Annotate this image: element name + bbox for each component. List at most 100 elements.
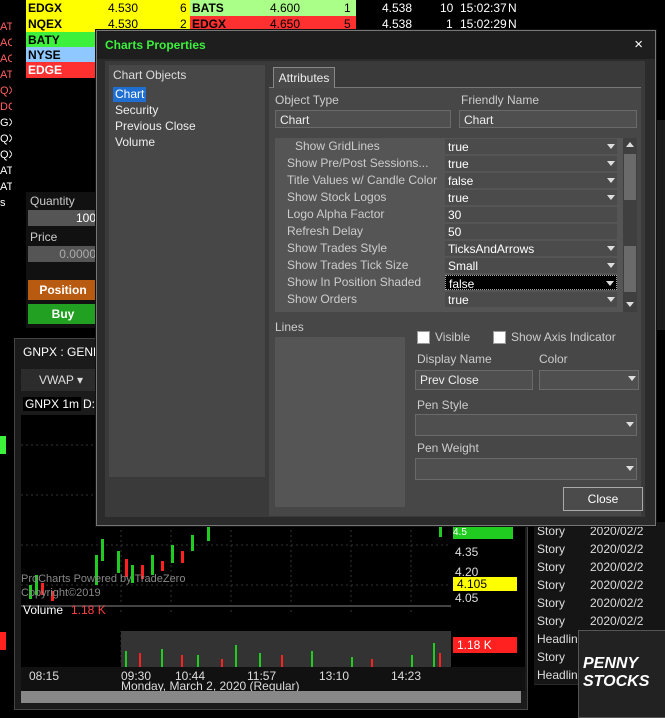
scroll-down-icon[interactable] — [626, 302, 634, 307]
news-date: 2020/02/2 — [590, 542, 644, 556]
property-value-dropdown[interactable]: false — [445, 275, 617, 291]
volume-label: Volume — [23, 603, 64, 617]
lines-list[interactable] — [275, 337, 405, 507]
property-row[interactable]: Refresh Delay 50 — [275, 223, 623, 240]
property-key: Logo Alpha Factor — [287, 207, 385, 221]
dialog-titlebar[interactable]: Charts Properties × — [97, 31, 655, 59]
visible-label: Visible — [435, 330, 471, 344]
object-item-previous-close[interactable]: Previous Close — [113, 119, 198, 134]
property-row[interactable]: Show Trades Tick Size Small — [275, 257, 623, 274]
bid-venue: EDGE — [28, 63, 63, 77]
ask-row[interactable]: BATS 4.600 1 — [190, 0, 356, 16]
property-row[interactable]: Logo Alpha Factor 30 — [275, 206, 623, 223]
property-key: Show In Position Shaded — [287, 275, 422, 289]
bid-size: 6 — [180, 1, 187, 15]
show-axis-indicator-checkbox[interactable] — [493, 331, 506, 344]
price-input[interactable]: 0.0000 — [28, 246, 96, 262]
vwap-dropdown[interactable]: VWAP ▾ — [39, 373, 83, 387]
property-value-input[interactable]: 50 — [445, 224, 617, 239]
property-key: Title Values w/ Candle Color — [287, 173, 438, 187]
property-key: Refresh Delay — [287, 224, 364, 238]
color-dropdown[interactable] — [539, 370, 639, 390]
buy-button[interactable]: Buy — [28, 304, 98, 324]
property-value-dropdown[interactable]: Small — [445, 258, 617, 273]
visible-checkbox[interactable] — [417, 331, 430, 344]
property-row[interactable]: Show Stock Logos true — [275, 189, 623, 206]
property-value-dropdown[interactable]: TicksAndArrows — [445, 241, 617, 256]
news-row[interactable]: Story 2020/02/2 — [534, 540, 665, 559]
object-item-security[interactable]: Security — [113, 103, 160, 118]
scroll-up-icon[interactable] — [626, 142, 634, 147]
property-value-dropdown[interactable]: false — [445, 173, 617, 188]
bid-row[interactable]: EDGX 4.530 6 — [26, 0, 190, 16]
pen-weight-dropdown[interactable] — [415, 458, 637, 480]
object-item-volume[interactable]: Volume — [113, 135, 157, 150]
news-date: 2020/02/2 — [590, 614, 644, 628]
property-row[interactable]: Show Orders true — [275, 291, 623, 308]
cut-text: s — [0, 197, 6, 209]
color-label: Color — [539, 352, 568, 366]
property-row[interactable]: Show Pre/Post Sessions... true — [275, 155, 623, 172]
property-value-dropdown[interactable]: true — [445, 292, 617, 307]
chevron-down-icon — [626, 422, 634, 427]
cut-text: AC — [0, 53, 12, 65]
charts-properties-dialog: Charts Properties × Chart Objects Chart … — [96, 30, 656, 526]
pen-weight-label: Pen Weight — [417, 441, 479, 455]
property-grid: Show GridLines true Show Pre/Post Sessio… — [275, 138, 637, 312]
property-key: Show Trades Style — [287, 241, 388, 255]
price-tick: 4.05 — [455, 591, 479, 605]
friendly-name-label: Friendly Name — [461, 93, 540, 107]
time-tick: 08:15 — [29, 669, 60, 683]
property-value-dropdown[interactable]: true — [445, 139, 617, 154]
property-row[interactable]: Show Trades Style TicksAndArrows — [275, 240, 623, 257]
tab-attributes[interactable]: Attributes — [273, 67, 335, 88]
property-value-dropdown[interactable]: true — [445, 190, 617, 205]
news-date: 2020/02/2 — [590, 560, 644, 574]
news-row[interactable]: Story 2020/02/2 — [534, 594, 665, 613]
news-row[interactable]: Story 2020/02/2 — [534, 576, 665, 595]
news-type: Story — [537, 614, 566, 628]
chevron-down-icon — [607, 161, 615, 166]
object-item-chart[interactable]: Chart — [113, 87, 147, 102]
property-key: Show Pre/Post Sessions... — [287, 156, 429, 170]
property-row[interactable]: Show GridLines true — [275, 138, 623, 155]
chevron-down-icon — [626, 466, 634, 471]
news-row[interactable]: Story 2020/02/2 — [534, 558, 665, 577]
news-date: 2020/02/2 — [590, 578, 644, 592]
property-row[interactable]: Show In Position Shaded false — [275, 274, 623, 291]
property-grid-scrollbar[interactable] — [623, 138, 637, 312]
chevron-down-icon — [607, 178, 615, 183]
price-tag-4-5: 4.5 — [453, 527, 513, 539]
property-value-dropdown[interactable]: true — [445, 156, 617, 171]
property-value-input[interactable]: 30 — [445, 207, 617, 222]
news-row[interactable]: Story 2020/02/2 — [534, 612, 665, 631]
cut-text: QX — [0, 149, 12, 161]
news-type: Story — [537, 578, 566, 592]
quantity-input[interactable]: 100 — [28, 210, 96, 226]
news-type: Story — [537, 650, 566, 664]
property-row[interactable]: Title Values w/ Candle Color false — [275, 172, 623, 189]
bid-venue: NYSE — [28, 48, 61, 62]
friendly-name-input[interactable]: Chart — [459, 110, 637, 128]
object-type-field: Chart — [275, 110, 451, 128]
time-tick: 13:10 — [319, 669, 350, 683]
ts-time: 15:02:37 — [460, 1, 507, 15]
order-entry-panel: Quantity 100 Price 0.0000 Position Buy — [26, 192, 98, 328]
bid-venue: EDGX — [28, 1, 63, 15]
close-icon[interactable]: × — [634, 36, 643, 53]
position-button[interactable]: Position — [28, 280, 98, 300]
chart-toolbar: VWAP ▾ — [21, 369, 101, 391]
horizontal-scrollbar[interactable] — [21, 691, 521, 703]
pen-style-dropdown[interactable] — [415, 414, 637, 436]
chevron-down-icon — [607, 297, 615, 302]
chevron-down-icon — [607, 246, 615, 251]
chart-d-label: D: — [83, 397, 95, 411]
news-type: Story — [537, 542, 566, 556]
bid-venue: NQEX — [28, 17, 63, 31]
display-name-input[interactable]: Prev Close — [415, 370, 533, 390]
bid-venue: BATY — [28, 33, 60, 47]
scrollbar-thumb[interactable] — [624, 154, 636, 200]
time-tick: 14:23 — [391, 669, 422, 683]
close-button[interactable]: Close — [563, 487, 643, 511]
property-value: Small — [448, 259, 479, 273]
